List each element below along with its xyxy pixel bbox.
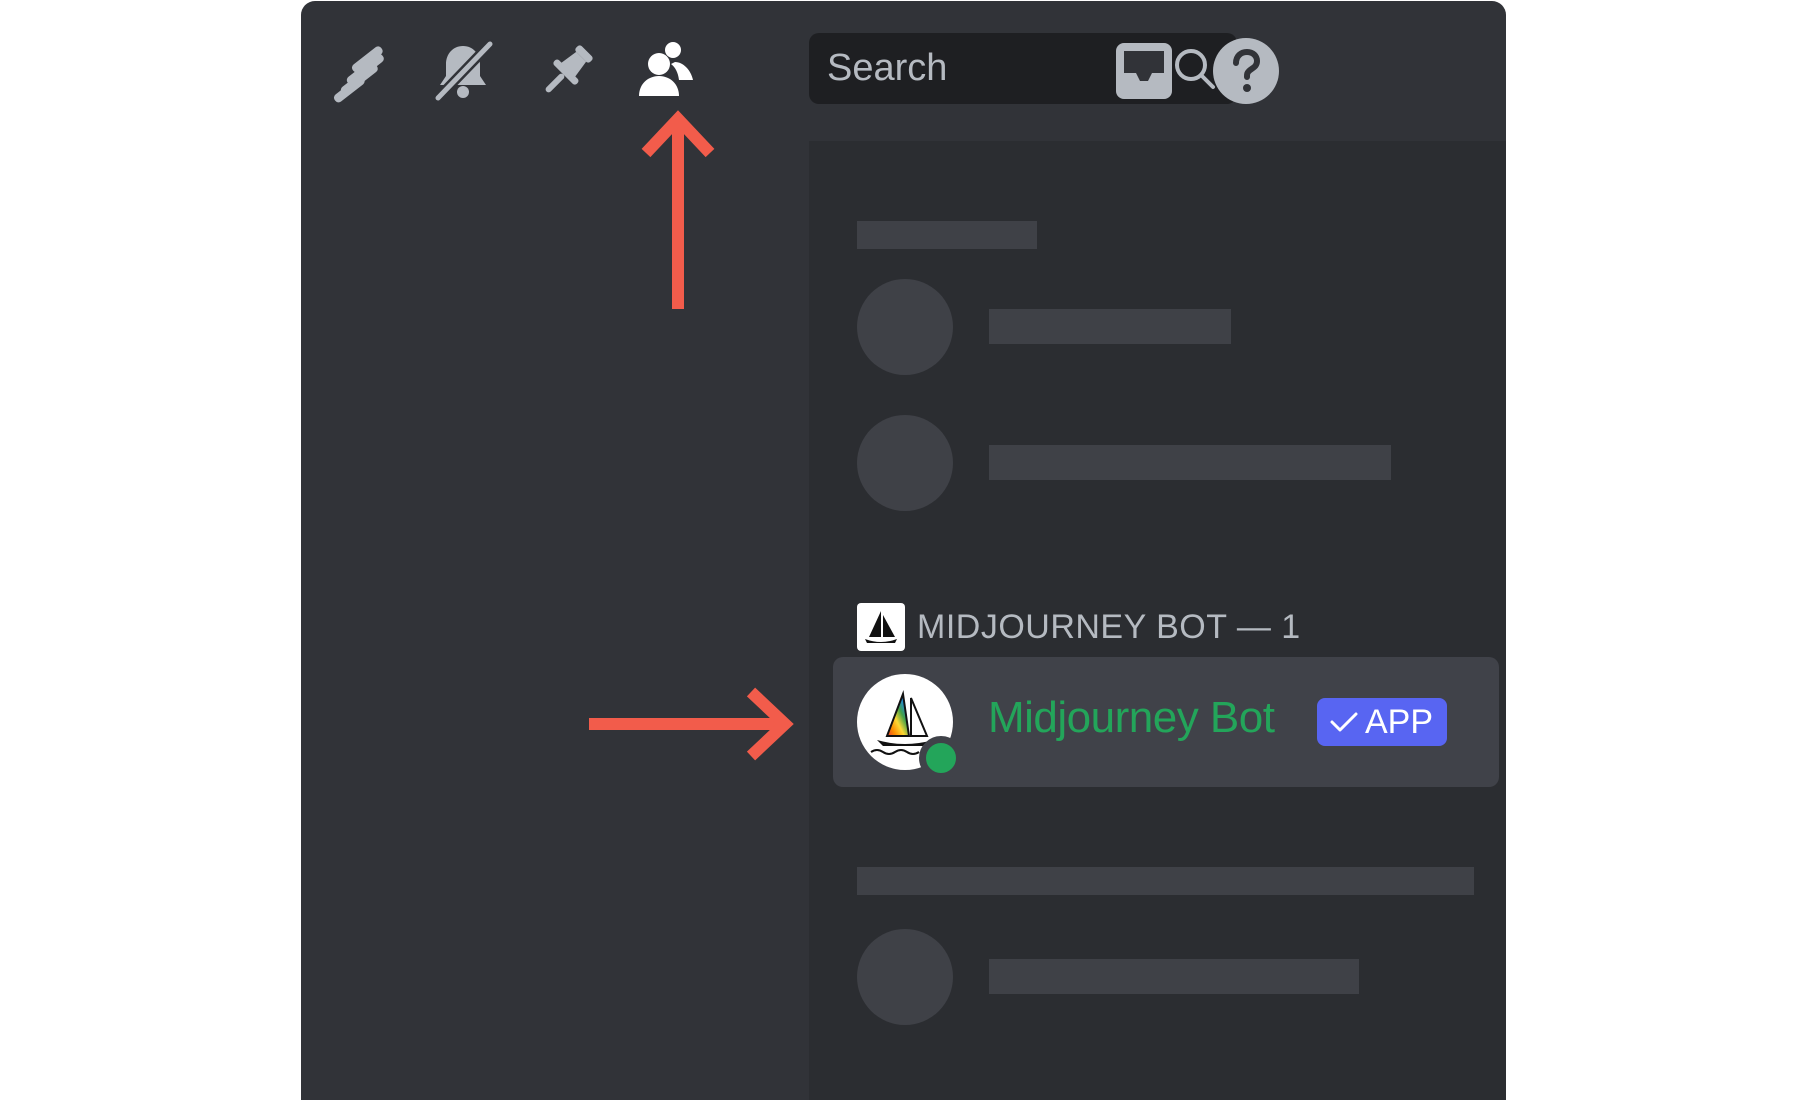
member-name: Midjourney Bot [988,693,1275,742]
skeleton-avatar [857,279,953,375]
skeleton-header [857,867,1474,895]
discord-window: Search MIDJOURNEY BOT — 1 Midjourney Bot… [301,1,1506,1100]
member-row-midjourney-bot[interactable]: Midjourney Bot APP [833,657,1499,787]
threads-icon[interactable] [321,31,401,111]
skeleton-name [989,309,1231,344]
app-badge-label: APP [1365,702,1434,741]
verified-check-icon [1330,712,1358,732]
bell-slash-icon[interactable] [423,31,503,111]
search-placeholder: Search [827,47,948,89]
online-status-dot [919,736,963,780]
midjourney-logo-icon [857,603,905,651]
inbox-icon[interactable] [1104,31,1184,111]
app-badge: APP [1317,698,1448,746]
skeleton-header [857,221,1037,249]
annotation-arrow-right [589,687,794,761]
annotation-arrow-up [641,110,715,309]
group-label: MIDJOURNEY BOT — 1 [917,607,1301,646]
member-list: MIDJOURNEY BOT — 1 Midjourney Bot APP [809,141,1506,1100]
avatar [857,674,963,780]
skeleton-name [989,959,1359,994]
skeleton-avatar [857,929,953,1025]
members-icon[interactable] [628,31,708,111]
help-icon[interactable] [1206,31,1286,111]
skeleton-name [989,445,1391,480]
pin-icon[interactable] [527,31,607,111]
skeleton-avatar [857,415,953,511]
member-group-header: MIDJOURNEY BOT — 1 [857,603,1301,651]
